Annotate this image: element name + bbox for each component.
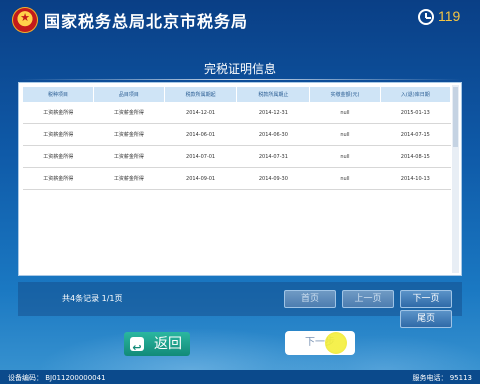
table-row[interactable]: 工资薪金所得 工资薪金所得 2014-09-01 2014-09-30 null… <box>23 167 451 190</box>
record-count: 共4条记录 1/1页 <box>62 294 123 303</box>
column-header: 税款所属期止 <box>236 87 311 102</box>
table-cell: 工资薪金所得 <box>23 167 94 190</box>
table-cell: 工资薪金所得 <box>93 167 165 190</box>
countdown-timer: 119 <box>438 8 461 24</box>
device-code: 设备编码： BJ011200000041 <box>8 374 106 382</box>
prev-page-button[interactable]: 上一页 <box>342 290 394 308</box>
column-header: 入(退)库日期 <box>380 87 452 102</box>
table-cell: 2014-12-31 <box>236 102 310 124</box>
back-button-label: 返回 <box>154 336 182 352</box>
column-header: 税款所属期起 <box>164 87 238 102</box>
table-cell: 工资薪金所得 <box>93 145 165 168</box>
table-cell: null <box>309 102 381 124</box>
table-row[interactable]: 工资薪金所得 工资薪金所得 2014-07-01 2014-07-31 null… <box>23 145 451 168</box>
table-cell: 工资薪金所得 <box>23 102 94 124</box>
table-cell: 2015-01-13 <box>380 102 451 124</box>
status-bar: 设备编码： BJ011200000041 服务电话： 95113 <box>0 370 480 384</box>
table-cell: 工资薪金所得 <box>93 123 165 146</box>
table-cell: 2014-06-01 <box>164 123 237 146</box>
table-cell: 工资薪金所得 <box>23 123 94 146</box>
tax-certificate-table: 税种项目 品目项目 税款所属期起 税款所属期止 实缴金额(元) 入(退)库日期 … <box>23 87 452 190</box>
table-cell: 2014-08-15 <box>380 145 451 168</box>
agency-name: 国家税务总局北京市税务局 <box>44 12 249 31</box>
scrollbar-thumb[interactable] <box>453 87 458 147</box>
table-header-row: 税种项目 品目项目 税款所属期起 税款所属期止 实缴金额(元) 入(退)库日期 <box>23 87 452 102</box>
table-cell: 工资薪金所得 <box>93 102 165 124</box>
results-panel: 税种项目 品目项目 税款所属期起 税款所属期止 实缴金额(元) 入(退)库日期 … <box>18 82 462 276</box>
table-cell: 2014-06-30 <box>236 123 310 146</box>
table-cell: 2014-09-01 <box>164 167 237 190</box>
table-cell: 2014-10-13 <box>380 167 451 190</box>
touch-pointer-indicator <box>325 332 347 354</box>
table-cell: 2014-07-15 <box>380 123 451 146</box>
column-header: 实缴金额(元) <box>309 87 381 102</box>
back-button[interactable]: 返回 <box>124 332 190 360</box>
table-cell: null <box>309 167 381 190</box>
table-cell: null <box>309 145 381 168</box>
table-cell: 2014-09-30 <box>236 167 310 190</box>
table-cell: 工资薪金所得 <box>23 145 94 168</box>
table-cell: 2014-07-31 <box>236 145 310 168</box>
column-header: 品目项目 <box>93 87 165 102</box>
page-title: 完税证明信息 <box>203 62 276 76</box>
table-cell: 2014-07-01 <box>164 145 237 168</box>
back-arrow-icon <box>130 336 144 360</box>
last-page-button[interactable]: 尾页 <box>400 310 452 328</box>
tax-emblem-icon <box>12 7 38 33</box>
column-header: 税种项目 <box>23 87 95 102</box>
next-page-button[interactable]: 下一页 <box>400 290 452 308</box>
table-cell: null <box>309 123 381 146</box>
title-divider <box>18 79 462 80</box>
table-scrollbar[interactable] <box>452 85 459 273</box>
header: 国家税务总局北京市税务局 119 <box>0 0 480 38</box>
first-page-button[interactable]: 首页 <box>284 290 336 308</box>
service-phone: 服务电话： 95113 <box>412 374 473 382</box>
clock-icon <box>418 9 434 25</box>
table-cell: 2014-12-01 <box>164 102 237 124</box>
table-row[interactable]: 工资薪金所得 工资薪金所得 2014-06-01 2014-06-30 null… <box>23 123 451 146</box>
table-row[interactable]: 工资薪金所得 工资薪金所得 2014-12-01 2014-12-31 null… <box>23 102 451 124</box>
